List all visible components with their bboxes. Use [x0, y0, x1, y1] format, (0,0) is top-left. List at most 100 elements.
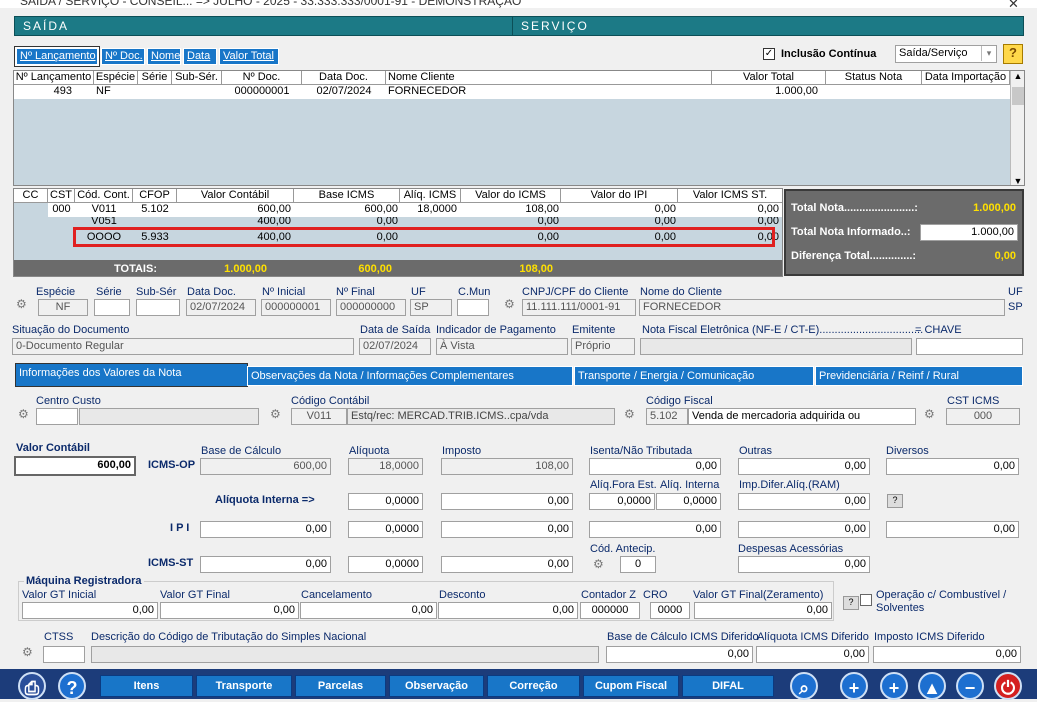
- col-header[interactable]: CFOP: [133, 189, 177, 203]
- isenta-field[interactable]: 0,00: [589, 458, 721, 475]
- ipi-outras[interactable]: 0,00: [738, 521, 870, 538]
- search-icon[interactable]: ⚙: [22, 645, 36, 659]
- chevron-down-icon[interactable]: ▼: [1011, 176, 1024, 185]
- transporte-button[interactable]: Transporte: [196, 675, 292, 697]
- table-row[interactable]: V051 400,00 0,00 0,00 0,00 0,00: [48, 217, 782, 227]
- col-header[interactable]: Nº Lançamento: [14, 71, 94, 85]
- simples-desc-field[interactable]: [91, 646, 599, 663]
- col-header[interactable]: Cód. Cont.: [75, 189, 133, 203]
- ctss-field[interactable]: [43, 646, 85, 663]
- add-icon[interactable]: +: [880, 672, 908, 700]
- base-field[interactable]: 600,00: [200, 458, 331, 475]
- codfis-desc[interactable]: Venda de mercadoria adquirida ou: [688, 408, 916, 425]
- col-header[interactable]: Série: [138, 71, 172, 85]
- col-header[interactable]: Sub-Sér.: [172, 71, 222, 85]
- tab-transporte[interactable]: Transporte / Energia / Comunicação: [574, 366, 814, 386]
- search-icon[interactable]: ⚙: [270, 407, 284, 421]
- ipi-diversos[interactable]: 0,00: [886, 521, 1019, 538]
- eject-icon[interactable]: ▲: [918, 672, 946, 700]
- print-icon[interactable]: ⎙: [18, 672, 46, 700]
- itens-button[interactable]: Itens: [100, 675, 193, 697]
- codant-field[interactable]: 0: [620, 556, 656, 573]
- situacao-select[interactable]: 0-Documento Regular: [12, 338, 354, 355]
- st-aliq[interactable]: 0,0000: [348, 556, 423, 573]
- aliqinterna-field[interactable]: 0,0000: [656, 493, 721, 510]
- ipi-isenta[interactable]: 0,00: [589, 521, 721, 538]
- chevron-up-icon[interactable]: ▲: [1011, 71, 1024, 81]
- ninicial-field[interactable]: 000000001: [261, 299, 331, 316]
- codcont-field[interactable]: V011: [291, 408, 347, 425]
- search-icon[interactable]: ⌕: [790, 672, 818, 700]
- impdif-field[interactable]: 0,00: [873, 646, 1021, 663]
- help-icon[interactable]: ?: [887, 494, 903, 508]
- col-header[interactable]: Alíq. ICMS: [400, 189, 461, 203]
- difal-button[interactable]: DIFAL: [682, 675, 774, 697]
- observacao-button[interactable]: Observação: [389, 675, 484, 697]
- col-header[interactable]: Nome Cliente: [386, 71, 712, 85]
- table-row[interactable]: 000 V011 5.102 600,00 600,00 18,0000 108…: [48, 203, 782, 217]
- datasaida-field[interactable]: 02/07/2024: [359, 338, 431, 355]
- chave-field[interactable]: [916, 338, 1023, 355]
- desp-field[interactable]: 0,00: [738, 556, 870, 573]
- gtz-field[interactable]: 0,00: [694, 602, 832, 619]
- sort-tab-valor-total[interactable]: Valor Total: [219, 48, 279, 65]
- col-header[interactable]: Espécie: [94, 71, 138, 85]
- tab-observacoes[interactable]: Observações da Nota / Informações Comple…: [247, 366, 573, 386]
- uf-field[interactable]: SP: [410, 299, 452, 316]
- col-header[interactable]: Base ICMS: [294, 189, 400, 203]
- nomecli-field[interactable]: FORNECEDOR: [639, 299, 1005, 316]
- search-icon[interactable]: ⚙: [593, 557, 607, 571]
- search-icon[interactable]: ⚙: [504, 297, 518, 311]
- sort-tab-nlancamento[interactable]: Nº Lançamento: [14, 46, 100, 67]
- remove-icon[interactable]: −: [956, 672, 984, 700]
- valorcont-field[interactable]: 600,00: [14, 456, 136, 476]
- sort-tab-nome[interactable]: Nome: [147, 48, 181, 65]
- ipi-aliq[interactable]: 0,0000: [348, 521, 423, 538]
- search-icon[interactable]: ⚙: [624, 407, 638, 421]
- aliqint-value-field[interactable]: 0,00: [441, 493, 573, 510]
- col-header[interactable]: Status Nota: [826, 71, 922, 85]
- subser-field[interactable]: [136, 299, 180, 316]
- cnpj-field[interactable]: 11.111.111/0001-91: [522, 299, 636, 316]
- impdifer-field[interactable]: 0,00: [738, 493, 870, 510]
- col-header[interactable]: Valor ICMS ST.: [678, 189, 782, 203]
- table-row[interactable]: 493 NF 000000001 02/07/2024 FORNECEDOR 1…: [14, 85, 1010, 99]
- combustivel-checkbox[interactable]: [860, 594, 872, 606]
- outras-field[interactable]: 0,00: [738, 458, 870, 475]
- aliqint-field[interactable]: 0,0000: [348, 493, 423, 510]
- total-informado-input[interactable]: 1.000,00: [920, 224, 1018, 241]
- especie-field[interactable]: NF: [38, 299, 88, 316]
- col-header[interactable]: CST: [48, 189, 75, 203]
- centro-field[interactable]: [36, 408, 78, 425]
- codcont-desc[interactable]: Estq/rec: MERCAD.TRIB.ICMS..cpa/vda: [347, 408, 615, 425]
- col-header[interactable]: Valor do IPI: [561, 189, 678, 203]
- codfis-field[interactable]: 5.102: [646, 408, 688, 425]
- cst-field[interactable]: 000: [946, 408, 1020, 425]
- col-header[interactable]: Valor do ICMS: [461, 189, 561, 203]
- cro-field[interactable]: 0000: [650, 602, 690, 619]
- col-header[interactable]: Valor Contábil: [177, 189, 294, 203]
- aliqdif-field[interactable]: 0,00: [756, 646, 869, 663]
- scrollbar[interactable]: ▲ ▼: [1010, 71, 1024, 185]
- emitente-select[interactable]: Próprio: [571, 338, 635, 355]
- scroll-thumb[interactable]: [1012, 87, 1024, 105]
- indpag-select[interactable]: À Vista: [436, 338, 568, 355]
- desc-field[interactable]: 0,00: [438, 602, 578, 619]
- imposto-field[interactable]: 108,00: [441, 458, 573, 475]
- basedif-field[interactable]: 0,00: [606, 646, 753, 663]
- help-icon[interactable]: ?: [843, 596, 859, 610]
- launch-grid[interactable]: Nº Lançamento Espécie Série Sub-Sér. Nº …: [13, 70, 1025, 186]
- centro-desc[interactable]: [79, 408, 259, 425]
- col-header[interactable]: Data Importação: [922, 71, 1010, 85]
- diversos-field[interactable]: 0,00: [886, 458, 1019, 475]
- add-item-icon[interactable]: +: [840, 672, 868, 700]
- gti-field[interactable]: 0,00: [22, 602, 158, 619]
- gtf-field[interactable]: 0,00: [160, 602, 299, 619]
- cz-field[interactable]: 000000: [580, 602, 640, 619]
- chevron-down-icon[interactable]: ▾: [981, 46, 996, 61]
- search-icon[interactable]: ⚙: [924, 407, 938, 421]
- sort-tab-ndoc[interactable]: Nº Doc.: [101, 48, 145, 65]
- tab-previdenciaria[interactable]: Previdenciária / Reinf / Rural: [815, 366, 1023, 386]
- nfinal-field[interactable]: 000000000: [336, 299, 406, 316]
- st-imposto[interactable]: 0,00: [441, 556, 573, 573]
